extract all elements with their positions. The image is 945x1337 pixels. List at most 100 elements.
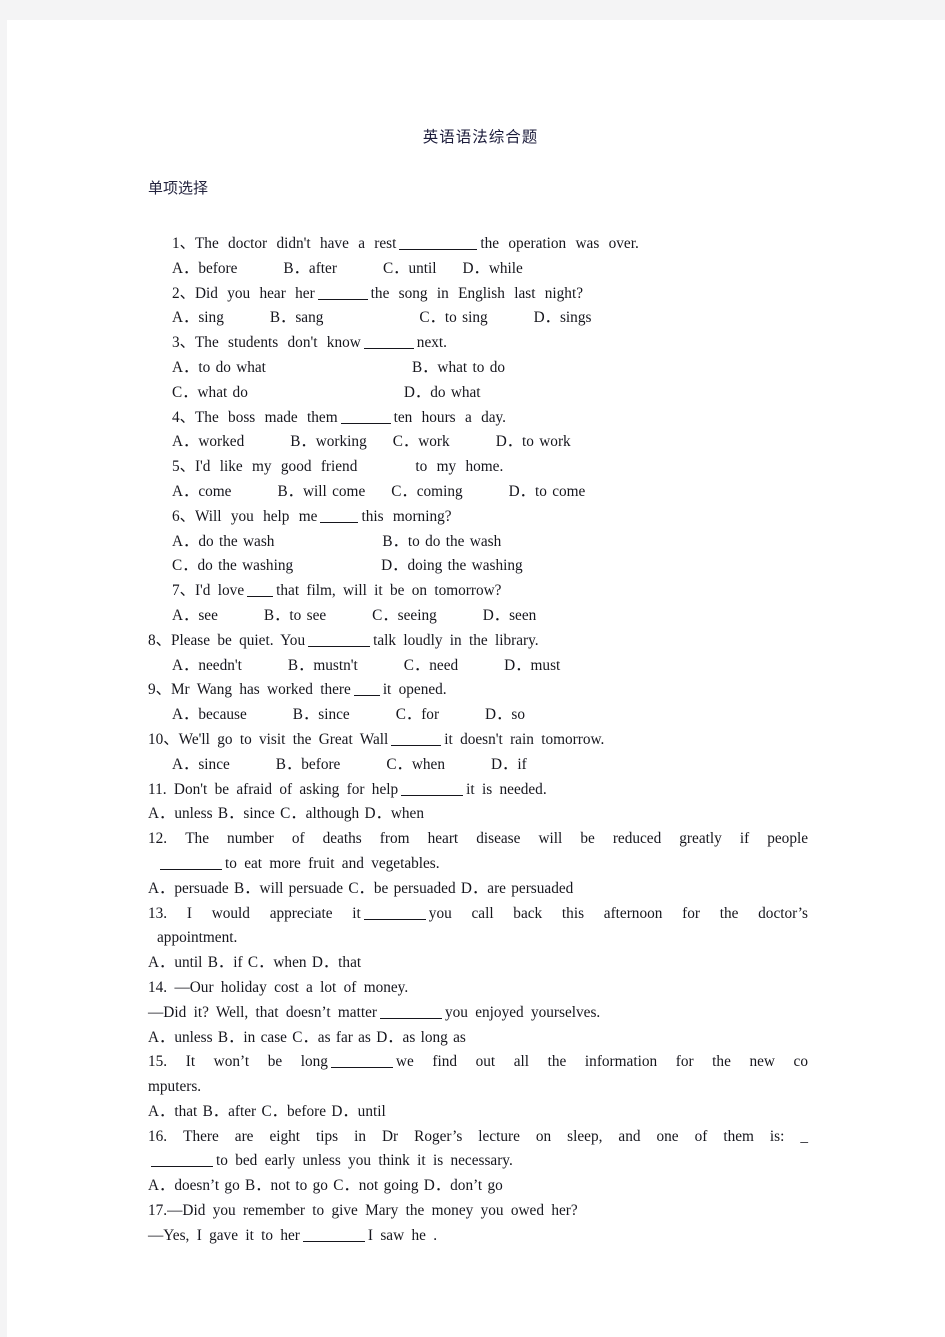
question-16-stem-line2: to bed early unless you think it is nece… — [148, 1149, 813, 1174]
question-13-options[interactable]: A．until B．if C．when D．that — [148, 951, 813, 976]
question-3-option-c[interactable]: C．what do — [172, 384, 248, 401]
question-11-blank — [401, 783, 464, 796]
question-10-option-c[interactable]: C．when — [386, 756, 445, 773]
question-9-option-d[interactable]: D．so — [485, 706, 525, 723]
question-16-options[interactable]: A．doesn’t go B．not to go C．not going D．d… — [148, 1174, 813, 1199]
question-5-option-a[interactable]: A．come — [172, 483, 231, 500]
question-7-option-a[interactable]: A．see — [172, 607, 218, 624]
question-4-stem-post: ten hours a day. — [393, 408, 506, 426]
question-1-option-d[interactable]: D．while — [463, 260, 523, 277]
question-1-stem-pre: The doctor didn't have a rest — [194, 235, 397, 252]
question-8-options: A．needn't B．mustn't C．need D．must — [148, 654, 813, 679]
question-4-stem-pre: The boss made them — [194, 408, 338, 426]
question-11-number: 11. — [148, 780, 167, 798]
question-7-blank — [247, 584, 274, 598]
question-17-stem-pre: —Yes, I gave it to her — [148, 1226, 300, 1244]
question-10-option-a[interactable]: A．since — [172, 756, 230, 773]
question-1-stem-post: the operation was over. — [480, 235, 639, 252]
question-17-blank — [302, 1229, 365, 1242]
question-9-option-c[interactable]: C．for — [396, 706, 439, 723]
question-7-option-c[interactable]: C．seeing — [372, 607, 437, 624]
question-5-number: 5、 — [172, 458, 195, 476]
question-3-options-row2: C．what do D．do what — [148, 381, 813, 406]
question-5-option-d[interactable]: D．to come — [509, 483, 586, 500]
question-4-stem: 4、The boss made them ten hours a day. — [148, 406, 813, 431]
question-8-option-b[interactable]: B．mustn't — [288, 657, 358, 674]
question-7-stem-post: that film, will it be on tomorrow? — [276, 582, 502, 600]
question-15-stem-line1: 15. It won’t be long we find out all the … — [148, 1050, 808, 1075]
question-5-option-b[interactable]: B．will come — [277, 483, 365, 500]
question-3-stem-post: next. — [416, 334, 447, 352]
question-10-option-b[interactable]: B．before — [276, 756, 341, 773]
question-12-stem-line1: 12. The number of deaths from heart dise… — [148, 827, 808, 852]
question-13-blank — [363, 907, 426, 920]
question-13-stem-mid: you call back this afternoon for the doc… — [428, 904, 808, 922]
question-14-options[interactable]: A．unless B．in case C．as far as D．as long… — [148, 1026, 813, 1051]
question-2-option-b[interactable]: B．sang — [270, 309, 324, 326]
question-6-option-d[interactable]: D．doing the washing — [381, 557, 523, 574]
question-6-option-b[interactable]: B．to do the wash — [382, 533, 501, 550]
question-15-stem-pre: It won’t be long — [185, 1053, 328, 1071]
question-6-options-row2: C．do the washing D．doing the washing — [148, 554, 813, 579]
question-15-options[interactable]: A．that B．after C．before D．until — [148, 1100, 813, 1125]
question-4-blank — [340, 411, 391, 424]
question-4-option-d[interactable]: D．to work — [496, 433, 571, 450]
question-14-stem-text: —Our holiday cost a lot of money. — [174, 978, 409, 996]
question-2-option-a[interactable]: A．sing — [172, 309, 224, 326]
question-9-option-a[interactable]: A．because — [172, 706, 247, 723]
question-7-option-d[interactable]: D．seen — [483, 607, 537, 624]
question-17-number: 17. — [148, 1202, 168, 1220]
question-8-number: 8、 — [148, 631, 171, 649]
question-12-stem-line2: to eat more fruit and vegetables. — [148, 852, 813, 877]
question-4-option-a[interactable]: A．worked — [172, 433, 244, 450]
question-16-blank-tail: _ — [800, 1127, 809, 1145]
question-17-stem-text: —Did you remember to give Mary the money… — [167, 1202, 578, 1220]
question-4-option-b[interactable]: B．working — [290, 433, 367, 450]
question-8-option-c[interactable]: C．need — [404, 657, 458, 674]
question-13-stem-pre: I would appreciate it — [186, 904, 361, 922]
question-16-stem-line1: 16. There are eight tips in Dr Roger’s l… — [148, 1125, 808, 1150]
question-5-stem-pre: I'd like my good friend — [194, 458, 358, 476]
question-4-option-c[interactable]: C．work — [393, 433, 450, 450]
question-2-option-c[interactable]: C．to sing — [419, 309, 487, 326]
question-14-stem-pre: —Did it? Well, that doesn’t matter — [148, 1003, 377, 1021]
question-7-stem: 7、I'd love that film, will it be on tomor… — [148, 579, 813, 604]
question-1-options: A．before B．after C．until D．while — [148, 257, 813, 282]
question-8-option-d[interactable]: D．must — [504, 657, 560, 674]
question-16-blank — [151, 1154, 213, 1168]
question-1-option-b[interactable]: B．after — [283, 260, 337, 277]
question-3-option-a[interactable]: A．to do what — [172, 359, 266, 376]
question-16-stem-text: There are eight tips in Dr Roger’s lectu… — [183, 1127, 785, 1145]
question-5-blank — [360, 461, 412, 473]
question-9-number: 9、 — [148, 681, 171, 699]
question-1-option-a[interactable]: A．before — [172, 260, 237, 277]
question-12-blank — [160, 857, 222, 870]
question-11-stem: 11. Don't be afraid of asking for help it… — [148, 778, 813, 803]
question-10-stem: 10、We'll go to visit the Great Wall it do… — [148, 728, 813, 753]
question-11-options[interactable]: A．unless B．since C．although D．when — [148, 802, 813, 827]
question-13-stem-line1: 13. I would appreciate it you call back t… — [148, 902, 808, 927]
question-3-option-d[interactable]: D．do what — [404, 384, 481, 401]
question-10-option-d[interactable]: D．if — [491, 756, 527, 773]
question-3-options-row1: A．to do what B．what to do — [148, 356, 813, 381]
question-6-stem-pre: Will you help me — [194, 507, 318, 525]
question-14-stem-line2: —Did it? Well, that doesn’t matter you en… — [148, 1001, 813, 1026]
question-7-option-b[interactable]: B．to see — [264, 607, 326, 624]
question-1-option-c[interactable]: C．until — [383, 260, 437, 277]
question-10-stem-post: it doesn't rain tomorrow. — [444, 730, 605, 748]
question-10-options: A．since B．before C．when D．if — [148, 753, 813, 778]
page-title: 英语语法综合题 — [422, 128, 539, 146]
question-9-option-b[interactable]: B．since — [293, 706, 350, 723]
question-1-stem: 1、The doctor didn't have a rest the opera… — [148, 232, 813, 257]
document-page: 英语语法综合题 单项选择 1、The doctor didn't have a … — [7, 20, 945, 1337]
question-2-option-d[interactable]: D．sings — [534, 309, 592, 326]
question-6-number: 6、 — [172, 507, 195, 525]
question-5-option-c[interactable]: C．coming — [391, 483, 462, 500]
question-14-blank — [379, 1006, 442, 1019]
question-6-option-c[interactable]: C．do the washing — [172, 557, 293, 574]
question-6-option-a[interactable]: A．do the wash — [172, 533, 274, 550]
question-3-option-b[interactable]: B．what to do — [412, 359, 505, 376]
question-12-options[interactable]: A．persuade B．will persuade C．be persuade… — [148, 877, 813, 902]
question-8-option-a[interactable]: A．needn't — [172, 657, 242, 674]
question-9-blank — [353, 683, 380, 697]
